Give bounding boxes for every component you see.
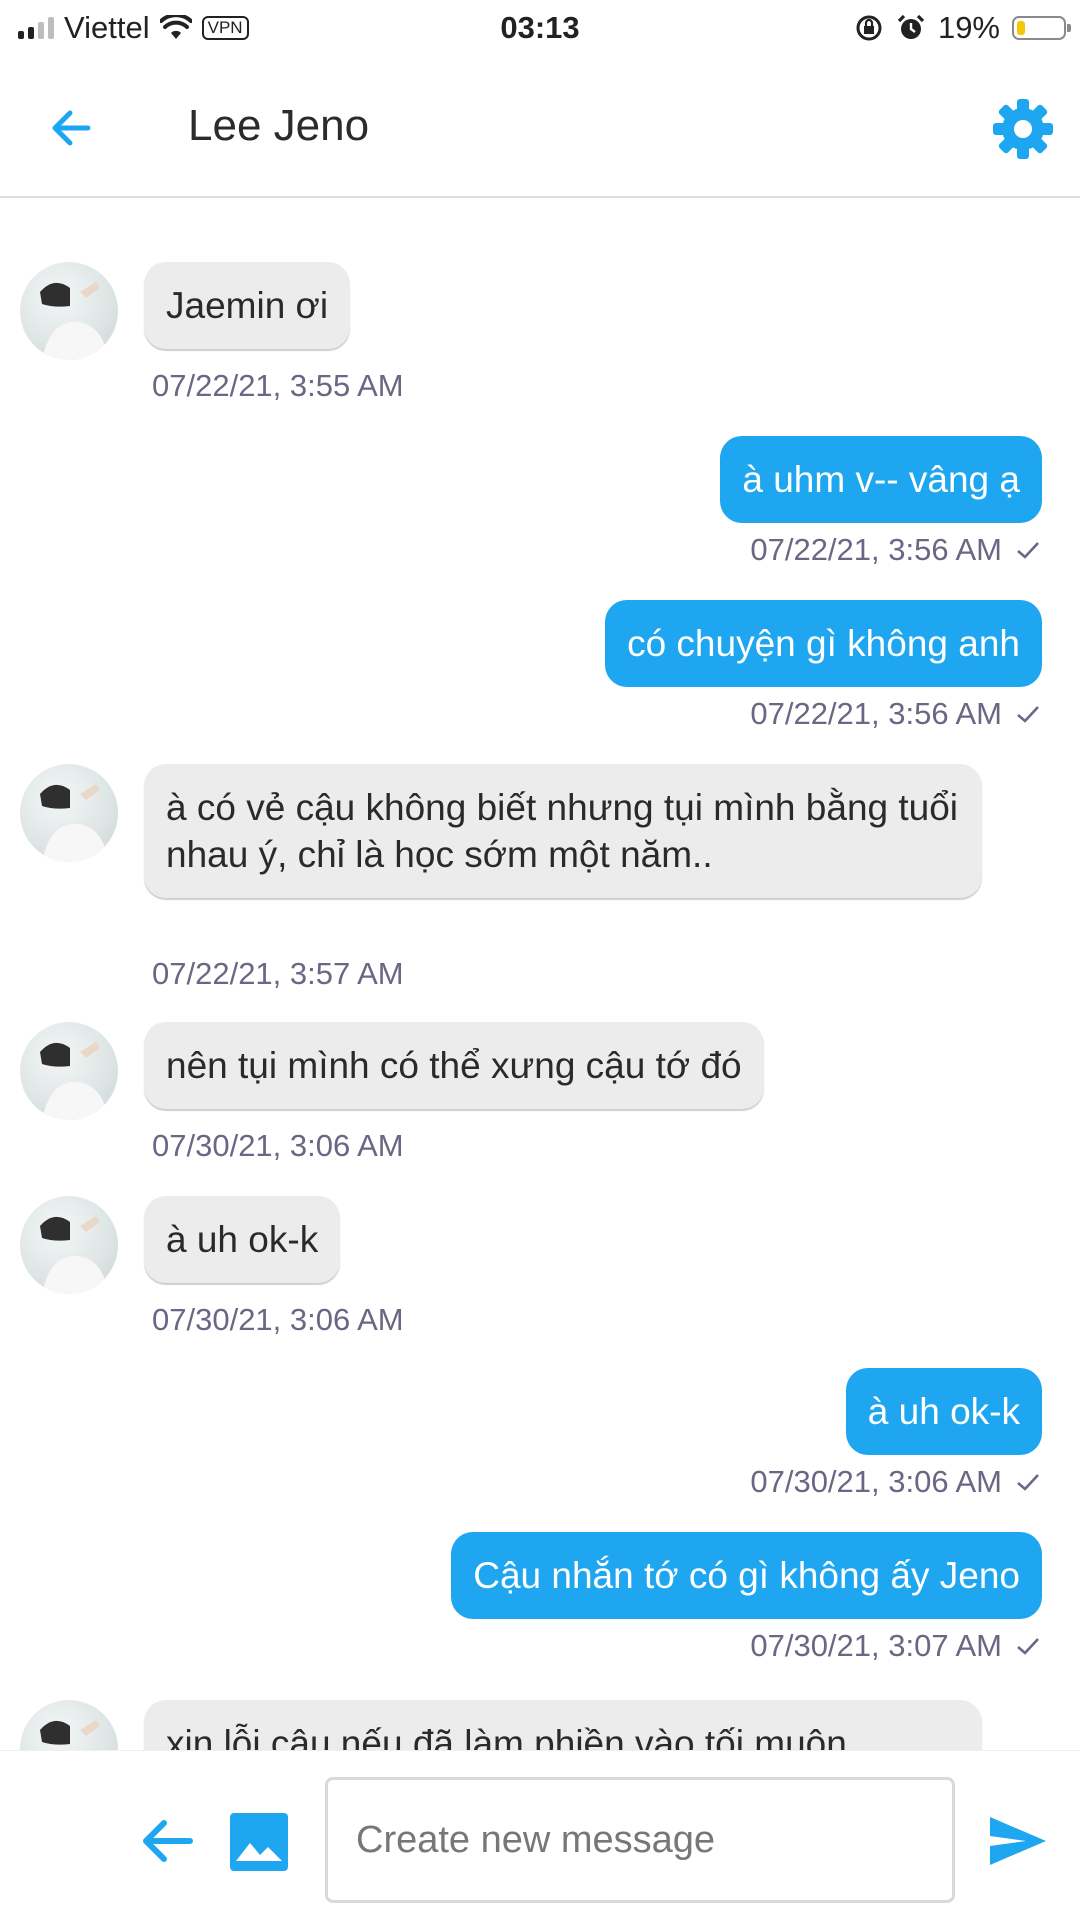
gear-icon[interactable]	[990, 96, 1056, 162]
checkmark-icon	[1017, 706, 1039, 723]
message-list[interactable]: Jaemin ơi 07/22/21, 3:55 AM à uhm v-- vâ…	[0, 200, 1080, 1750]
avatar[interactable]	[20, 1700, 118, 1750]
orientation-lock-icon	[856, 15, 882, 41]
arrow-left-icon[interactable]	[138, 1813, 198, 1869]
message-status-row: 07/30/21, 3:06 AM	[750, 1464, 1040, 1500]
message-composer	[0, 1750, 1080, 1921]
message-timestamp: 07/22/21, 3:56 AM	[750, 532, 1002, 567]
back-arrow-icon[interactable]	[44, 100, 100, 156]
message-timestamp: 07/30/21, 3:06 AM	[750, 1464, 1002, 1499]
send-icon[interactable]	[986, 1811, 1050, 1871]
message-bubble-incoming[interactable]: xin lỗi cậu nếu đã làm phiền vào tối muộ…	[144, 1700, 982, 1750]
battery-level-fill	[1017, 21, 1025, 35]
checkmark-icon	[1017, 1474, 1039, 1491]
checkmark-icon	[1017, 1638, 1039, 1655]
message-status-row: 07/22/21, 3:56 AM	[750, 532, 1040, 568]
message-status-row: 07/30/21, 3:07 AM	[750, 1628, 1040, 1664]
avatar[interactable]	[20, 262, 118, 360]
alarm-icon	[897, 14, 925, 39]
message-timestamp: 07/30/21, 3:07 AM	[750, 1628, 1002, 1663]
message-status-row: 07/22/21, 3:56 AM	[750, 696, 1040, 732]
message-bubble-incoming[interactable]: à có vẻ cậu không biết nhưng tụi mình bằ…	[144, 764, 982, 898]
chat-header: Lee Jeno	[0, 56, 1080, 198]
battery-percent: 19%	[937, 10, 1000, 45]
message-bubble-incoming[interactable]: à uh ok-k	[144, 1196, 341, 1283]
message-bubble-incoming[interactable]: Jaemin ơi	[144, 262, 351, 349]
message-timestamp: 07/22/21, 3:55 AM	[152, 368, 404, 403]
message-bubble-outgoing[interactable]: à uhm v-- vâng ạ	[720, 436, 1042, 523]
status-bar-right: 19%	[854, 8, 1071, 48]
checkmark-icon	[1017, 542, 1039, 559]
message-timestamp: 07/22/21, 3:56 AM	[750, 696, 1002, 731]
message-timestamp: 07/30/21, 3:06 AM	[152, 1128, 404, 1163]
message-timestamp: 07/22/21, 3:57 AM	[152, 956, 404, 991]
image-icon[interactable]	[228, 1811, 290, 1873]
avatar[interactable]	[20, 1022, 118, 1120]
message-input[interactable]	[325, 1777, 955, 1903]
message-bubble-outgoing[interactable]: có chuyện gì không anh	[605, 600, 1042, 687]
message-bubble-incoming[interactable]: nên tụi mình có thể xưng cậu tớ đó	[144, 1022, 764, 1109]
conversation-title: Lee Jeno	[188, 101, 370, 150]
status-bar: Viettel VPN 03:13 19%	[0, 0, 1080, 56]
message-timestamp: 07/30/21, 3:06 AM	[152, 1302, 404, 1337]
avatar[interactable]	[20, 764, 118, 862]
avatar[interactable]	[20, 1196, 118, 1294]
message-bubble-outgoing[interactable]: à uh ok-k	[845, 1368, 1042, 1455]
message-bubble-outgoing[interactable]: Cậu nhắn tớ có gì không ấy Jeno	[451, 1532, 1042, 1619]
battery-icon	[1012, 16, 1071, 40]
